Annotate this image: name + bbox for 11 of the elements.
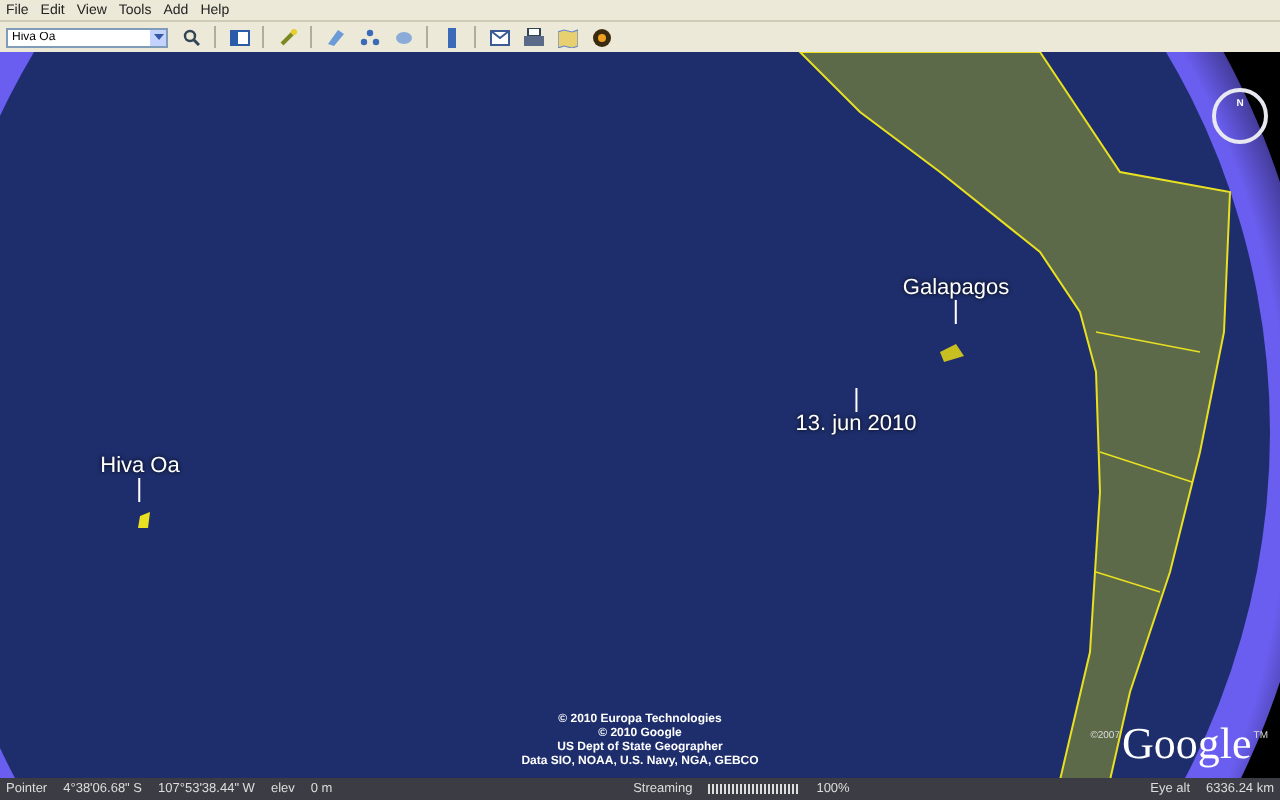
place-label: Galapagos xyxy=(902,276,1010,300)
email-icon[interactable] xyxy=(488,26,510,48)
sidebar-toggle-icon[interactable] xyxy=(228,26,250,48)
printer-icon[interactable] xyxy=(522,26,544,48)
path-icon[interactable] xyxy=(358,26,380,48)
place-label: 13. jun 2010 xyxy=(795,412,917,436)
placemark-icon[interactable] xyxy=(276,26,298,48)
search-button[interactable] xyxy=(180,26,202,48)
sky-icon[interactable] xyxy=(590,26,612,48)
map-icon[interactable] xyxy=(556,26,578,48)
place-label: Hiva Oa xyxy=(100,454,180,478)
